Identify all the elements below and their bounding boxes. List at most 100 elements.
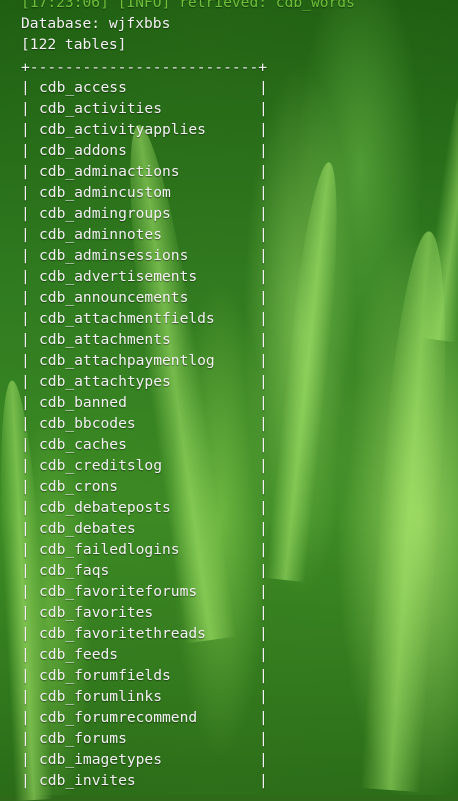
table-row-left-border: | — [21, 730, 30, 747]
table-name: cdb_invites — [39, 772, 136, 789]
table-row: | cdb_access | — [21, 77, 277, 98]
table-row: | cdb_activities | — [21, 98, 277, 119]
table-row-left-border: | — [21, 415, 30, 432]
table-row-right-border: | — [259, 709, 268, 726]
table-row-left-border: | — [21, 457, 30, 474]
table-name: cdb_activityapplies — [39, 121, 206, 138]
table-row-right-border: | — [259, 667, 268, 684]
table-name: cdb_announcements — [39, 289, 189, 306]
table-row-right-border: | — [259, 352, 268, 369]
table-row-right-border: | — [259, 310, 268, 327]
table-row: | cdb_admingroups | — [21, 203, 277, 224]
table-row-left-border: | — [21, 520, 30, 537]
table-row-left-border: | — [21, 289, 30, 306]
table-row-right-border: | — [259, 646, 268, 663]
table-row: | cdb_imagetypes | — [21, 749, 277, 770]
table-row-right-border: | — [259, 331, 268, 348]
table-row: | cdb_forumlinks | — [21, 686, 277, 707]
table-name: cdb_creditslog — [39, 457, 163, 474]
table-name: cdb_favorites — [39, 604, 154, 621]
table-row-right-border: | — [259, 226, 268, 243]
table-row: | cdb_adminnotes | — [21, 224, 277, 245]
table-name: cdb_failedlogins — [39, 541, 180, 558]
table-name: cdb_addons — [39, 142, 127, 159]
table-row: | cdb_invites | — [21, 770, 277, 791]
table-row-left-border: | — [21, 478, 30, 495]
table-name: cdb_forums — [39, 730, 127, 747]
table-row-left-border: | — [21, 310, 30, 327]
table-row-left-border: | — [21, 205, 30, 222]
table-row: | cdb_forumfields | — [21, 665, 277, 686]
table-row-right-border: | — [259, 415, 268, 432]
table-row: | cdb_activityapplies | — [21, 119, 277, 140]
table-row-right-border: | — [259, 688, 268, 705]
table-name: cdb_advertisements — [39, 268, 198, 285]
table-row: | cdb_forumrecommend | — [21, 707, 277, 728]
table-row: | cdb_adminactions | — [21, 161, 277, 182]
table-row-right-border: | — [259, 520, 268, 537]
table-name: cdb_forumlinks — [39, 688, 163, 705]
table-row-left-border: | — [21, 562, 30, 579]
table-name: cdb_debateposts — [39, 499, 171, 516]
table-row-right-border: | — [259, 268, 268, 285]
table-row-left-border: | — [21, 100, 30, 117]
table-row: | cdb_crons | — [21, 476, 277, 497]
table-row: | cdb_admincustom | — [21, 182, 277, 203]
table-row: | cdb_bbcodes | — [21, 413, 277, 434]
table-row-right-border: | — [259, 499, 268, 516]
table-row-right-border: | — [259, 730, 268, 747]
table-name: cdb_attachments — [39, 331, 171, 348]
table-row: | cdb_attachments | — [21, 329, 277, 350]
table-row-left-border: | — [21, 583, 30, 600]
table-row-left-border: | — [21, 121, 30, 138]
table-name: cdb_admincustom — [39, 184, 171, 201]
table-row-right-border: | — [259, 79, 268, 96]
table-name: cdb_attachpaymentlog — [39, 352, 215, 369]
table-name: cdb_forumrecommend — [39, 709, 198, 726]
table-row: | cdb_creditslog | — [21, 455, 277, 476]
table-row: | cdb_attachpaymentlog | — [21, 350, 277, 371]
table-row-right-border: | — [259, 247, 268, 264]
table-row-left-border: | — [21, 751, 30, 768]
table-row-left-border: | — [21, 79, 30, 96]
table-row: | cdb_advertisements | — [21, 266, 277, 287]
table-row-right-border: | — [259, 478, 268, 495]
table-row-left-border: | — [21, 247, 30, 264]
table-row-right-border: | — [259, 100, 268, 117]
table-row: | cdb_attachtypes | — [21, 371, 277, 392]
table-row: | cdb_favoritethreads | — [21, 623, 277, 644]
table-name: cdb_favoriteforums — [39, 583, 198, 600]
database-line: Database: wjfxbbs — [21, 15, 171, 32]
table-name: cdb_attachtypes — [39, 373, 171, 390]
terminal-output[interactable]: [17:23:06] [INFO] retrieved: cdb_words D… — [0, 0, 458, 795]
table-row-left-border: | — [21, 268, 30, 285]
table-count: [122 tables] — [21, 36, 127, 53]
table-row-left-border: | — [21, 436, 30, 453]
table-name: cdb_adminnotes — [39, 226, 163, 243]
table-row-right-border: | — [259, 394, 268, 411]
table-row-right-border: | — [259, 373, 268, 390]
table-row-left-border: | — [21, 373, 30, 390]
table-row: | cdb_debates | — [21, 518, 277, 539]
table-row: | cdb_banned | — [21, 392, 277, 413]
table-row-left-border: | — [21, 499, 30, 516]
table-name: cdb_access — [39, 79, 127, 96]
table-name: cdb_favoritethreads — [39, 625, 206, 642]
table-row: | cdb_feeds | — [21, 644, 277, 665]
table-name: cdb_banned — [39, 394, 127, 411]
table-row-right-border: | — [259, 751, 268, 768]
table-name: cdb_adminactions — [39, 163, 180, 180]
table-row: | cdb_failedlogins | — [21, 539, 277, 560]
table-name: cdb_activities — [39, 100, 163, 117]
table-row-right-border: | — [259, 562, 268, 579]
table-row-left-border: | — [21, 352, 30, 369]
table-row: | cdb_addons | — [21, 140, 277, 161]
table-row-right-border: | — [259, 541, 268, 558]
table-row-right-border: | — [259, 436, 268, 453]
table-row-left-border: | — [21, 667, 30, 684]
log-line: [17:23:06] [INFO] retrieved: cdb_words — [21, 0, 355, 11]
table-name: cdb_caches — [39, 436, 127, 453]
table-row-right-border: | — [259, 289, 268, 306]
table-row: | cdb_announcements | — [21, 287, 277, 308]
table-row: | cdb_debateposts | — [21, 497, 277, 518]
